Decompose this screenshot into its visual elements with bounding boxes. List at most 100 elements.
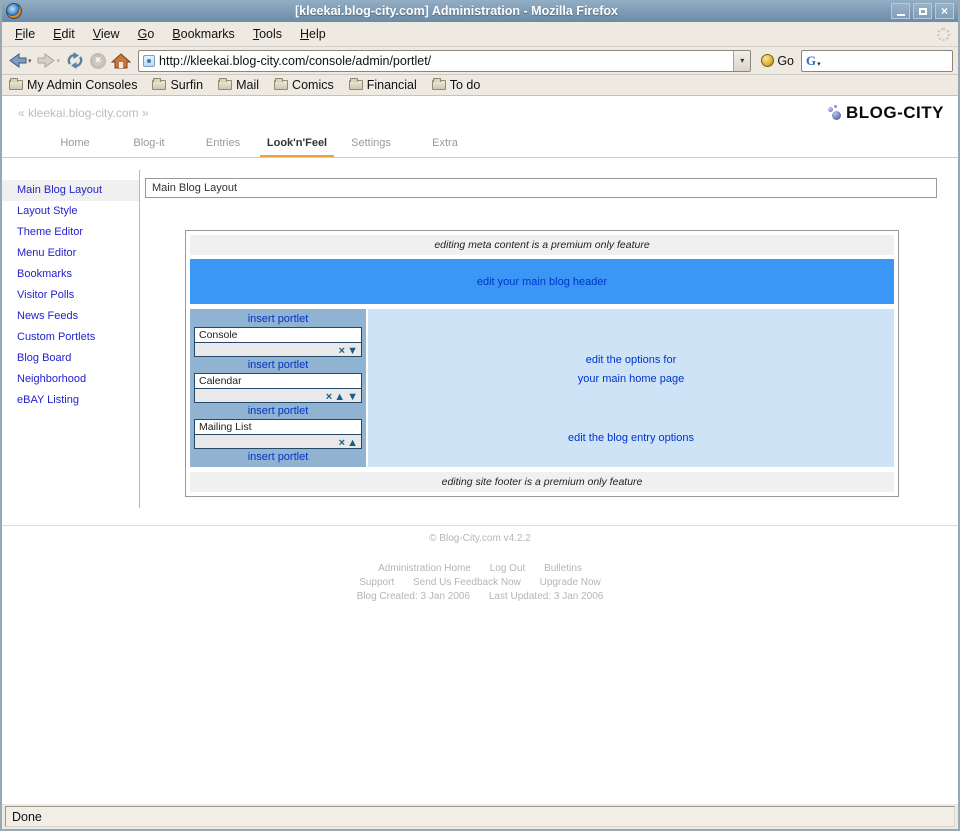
sidebar-item-ebay-listing[interactable]: eBAY Listing bbox=[2, 390, 139, 411]
portlet-console: Console ×▼ bbox=[194, 327, 362, 357]
menu-file[interactable]: File bbox=[6, 22, 44, 47]
bookmark-folder-surfin[interactable]: Surfin bbox=[152, 78, 203, 92]
sidebar: Main Blog Layout Layout Style Theme Edit… bbox=[2, 170, 140, 508]
footer-link-send-feedback[interactable]: Send Us Feedback Now bbox=[413, 577, 521, 588]
maximize-icon bbox=[919, 8, 927, 15]
blog-layout-editor: editing meta content is a premium only f… bbox=[185, 230, 899, 497]
sidebar-item-menu-editor[interactable]: Menu Editor bbox=[2, 243, 139, 264]
sidebar-item-theme-editor[interactable]: Theme Editor bbox=[2, 222, 139, 243]
sidebar-item-news-feeds[interactable]: News Feeds bbox=[2, 306, 139, 327]
tab-look-n-feel[interactable]: Look'n'Feel bbox=[260, 137, 334, 158]
portlet-calendar: Calendar ×▲▼ bbox=[194, 373, 362, 403]
bookmark-folder-mail[interactable]: Mail bbox=[218, 78, 259, 92]
edit-home-options-link[interactable]: edit the options for your main home page bbox=[368, 309, 894, 388]
move-up-icon[interactable]: ▲ bbox=[347, 437, 358, 449]
footer-link-log-out[interactable]: Log Out bbox=[490, 563, 526, 574]
folder-icon bbox=[349, 80, 363, 90]
insert-portlet-link[interactable]: insert portlet bbox=[190, 403, 366, 419]
edit-blog-entry-options-link[interactable]: edit the blog entry options bbox=[368, 432, 894, 444]
move-up-icon[interactable]: ▲ bbox=[334, 391, 345, 403]
move-down-icon[interactable]: ▼ bbox=[347, 345, 358, 357]
bookmark-folder-comics[interactable]: Comics bbox=[274, 78, 334, 92]
sidebar-item-bookmarks[interactable]: Bookmarks bbox=[2, 264, 139, 285]
tab-extra[interactable]: Extra bbox=[408, 137, 482, 158]
move-down-icon[interactable]: ▼ bbox=[347, 391, 358, 403]
sidebar-item-layout-style[interactable]: Layout Style bbox=[2, 201, 139, 222]
menu-tools[interactable]: Tools bbox=[244, 22, 291, 47]
navigation-toolbar: ▾ ▾ × ▾ bbox=[2, 47, 958, 75]
reload-button[interactable] bbox=[64, 49, 86, 73]
sidebar-item-blog-board[interactable]: Blog Board bbox=[2, 348, 139, 369]
sidebar-item-visitor-polls[interactable]: Visitor Polls bbox=[2, 285, 139, 306]
blog-header-zone[interactable]: edit your main blog header bbox=[190, 259, 894, 304]
folder-icon bbox=[9, 80, 23, 90]
tab-home[interactable]: Home bbox=[38, 137, 112, 158]
reload-icon bbox=[65, 52, 85, 69]
blog-city-logo[interactable]: BLOG-CITY bbox=[826, 103, 944, 123]
portlet-column: insert portlet Console ×▼ insert portlet… bbox=[190, 309, 366, 467]
titlebar: [kleekai.blog-city.com] Administration -… bbox=[2, 0, 958, 22]
minimize-button[interactable] bbox=[891, 3, 910, 19]
close-button[interactable]: × bbox=[935, 3, 954, 19]
site-footer: © Blog-City.com v4.2.2 Administration Ho… bbox=[2, 530, 958, 602]
bookmark-label: Financial bbox=[367, 78, 417, 92]
url-input[interactable] bbox=[159, 54, 733, 68]
menu-bookmarks[interactable]: Bookmarks bbox=[163, 22, 244, 47]
go-button[interactable]: Go bbox=[757, 54, 798, 68]
search-bar[interactable]: G ▾ bbox=[801, 50, 953, 72]
back-dropdown-icon[interactable]: ▾ bbox=[28, 57, 32, 65]
menu-edit[interactable]: Edit bbox=[44, 22, 84, 47]
status-text: Done bbox=[5, 806, 955, 827]
bookmark-label: My Admin Consoles bbox=[27, 78, 137, 92]
firefox-icon bbox=[6, 3, 22, 19]
insert-portlet-link[interactable]: insert portlet bbox=[190, 311, 366, 327]
footer-link-support[interactable]: Support bbox=[359, 577, 394, 588]
url-dropdown-button[interactable]: ▾ bbox=[733, 51, 750, 71]
back-button[interactable]: ▾ bbox=[7, 49, 33, 73]
breadcrumb: « kleekai.blog-city.com » bbox=[18, 106, 149, 120]
remove-portlet-icon[interactable]: × bbox=[339, 345, 345, 357]
blog-created-date: Blog Created: 3 Jan 2006 bbox=[357, 591, 470, 602]
main-content-zone: edit the options for your main home page… bbox=[368, 309, 894, 467]
tab-blog-it[interactable]: Blog-it bbox=[112, 137, 186, 158]
tab-settings[interactable]: Settings bbox=[334, 137, 408, 158]
url-bar[interactable]: ▾ bbox=[138, 50, 751, 72]
footer-copyright: © Blog-City.com v4.2.2 bbox=[2, 533, 958, 544]
sidebar-item-neighborhood[interactable]: Neighborhood bbox=[2, 369, 139, 390]
bookmark-label: Mail bbox=[236, 78, 259, 92]
footer-link-bulletins[interactable]: Bulletins bbox=[544, 563, 582, 574]
stop-button[interactable]: × bbox=[89, 49, 107, 73]
footer-premium-notice: editing site footer is a premium only fe… bbox=[190, 472, 894, 492]
remove-portlet-icon[interactable]: × bbox=[339, 437, 345, 449]
folder-icon bbox=[218, 80, 232, 90]
sidebar-item-custom-portlets[interactable]: Custom Portlets bbox=[2, 327, 139, 348]
remove-portlet-icon[interactable]: × bbox=[326, 391, 332, 403]
maximize-button[interactable] bbox=[913, 3, 932, 19]
blog-city-logo-text: BLOG-CITY bbox=[846, 103, 944, 123]
edit-header-link[interactable]: edit your main blog header bbox=[477, 276, 607, 288]
bookmark-folder-to-do[interactable]: To do bbox=[432, 78, 481, 92]
search-engine-dropdown-icon[interactable]: ▾ bbox=[817, 60, 821, 68]
footer-link-administration-home[interactable]: Administration Home bbox=[378, 563, 471, 574]
google-search-icon[interactable]: G bbox=[806, 53, 816, 69]
web-search-input[interactable] bbox=[823, 54, 952, 68]
tab-entries[interactable]: Entries bbox=[186, 137, 260, 158]
back-arrow-icon bbox=[8, 53, 27, 68]
sidebar-item-main-blog-layout[interactable]: Main Blog Layout bbox=[2, 180, 139, 201]
statusbar: Done bbox=[2, 804, 958, 829]
forward-button[interactable]: ▾ bbox=[36, 49, 62, 73]
menu-go[interactable]: Go bbox=[129, 22, 164, 47]
home-button[interactable] bbox=[110, 49, 132, 73]
menu-help[interactable]: Help bbox=[291, 22, 335, 47]
menu-view[interactable]: View bbox=[84, 22, 129, 47]
bookmark-label: Surfin bbox=[170, 78, 203, 92]
bookmarks-toolbar: My Admin Consoles Surfin Mail Comics Fin… bbox=[2, 75, 958, 96]
bookmark-folder-financial[interactable]: Financial bbox=[349, 78, 417, 92]
insert-portlet-link[interactable]: insert portlet bbox=[190, 357, 366, 373]
footer-link-upgrade-now[interactable]: Upgrade Now bbox=[540, 577, 601, 588]
bookmark-folder-my-admin-consoles[interactable]: My Admin Consoles bbox=[9, 78, 137, 92]
forward-dropdown-icon[interactable]: ▾ bbox=[57, 57, 61, 65]
blog-updated-date: Last Updated: 3 Jan 2006 bbox=[489, 591, 604, 602]
insert-portlet-link[interactable]: insert portlet bbox=[190, 449, 366, 465]
page-title: Main Blog Layout bbox=[145, 178, 937, 198]
